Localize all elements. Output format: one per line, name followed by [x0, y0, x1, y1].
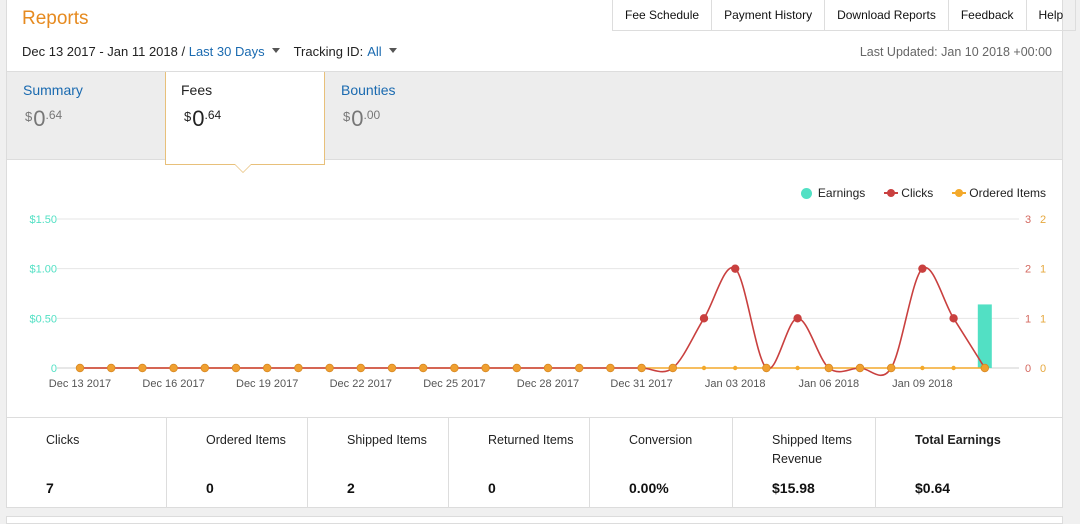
ordered-point	[795, 365, 800, 371]
stat-clicks-label: Clicks	[46, 433, 80, 447]
clicks-point	[637, 363, 646, 373]
clicks-point	[512, 363, 521, 373]
right-axis-clicks-tick: 3	[1025, 214, 1031, 226]
clicks-point	[138, 363, 147, 373]
right-axis-ordered-tick: 0	[1040, 363, 1046, 375]
x-axis-tick: Jan 06 2018	[799, 378, 860, 390]
x-axis-tick: Dec 19 2017	[236, 378, 298, 390]
stat-shipped-value: 2	[347, 480, 355, 496]
stat-conversion-label: Conversion	[629, 433, 693, 447]
stat-total-value: $0.64	[915, 480, 951, 496]
report-panel: Reports Fee Schedule Payment History Dow…	[6, 0, 1077, 508]
right-axis-ordered-tick: 2	[1040, 214, 1046, 226]
clicks-point	[887, 363, 896, 373]
ordered-point	[733, 365, 738, 371]
clicks-line	[80, 266, 986, 377]
x-axis-tick: Dec 31 2017	[610, 378, 672, 390]
left-axis-tick: $0.50	[29, 313, 57, 325]
stat-revenue-label: Shipped Items Revenue	[772, 433, 852, 466]
clicks-point	[450, 363, 459, 373]
stat-clicks: Clicks 7	[7, 418, 167, 508]
clicks-point	[419, 363, 428, 373]
clicks-point	[949, 314, 958, 323]
clicks-point	[200, 363, 209, 373]
clicks-point	[325, 363, 334, 373]
clicks-point	[731, 264, 740, 273]
x-axis-tick: Dec 28 2017	[517, 378, 579, 390]
ordered-point	[951, 365, 956, 371]
clicks-point	[918, 264, 927, 273]
clicks-point	[543, 363, 553, 373]
stat-returned-value: 0	[488, 480, 496, 496]
left-axis-tick: $1.00	[29, 264, 57, 276]
x-axis-tick: Dec 22 2017	[330, 378, 392, 390]
stat-total-earnings: Total Earnings $0.64	[876, 418, 1062, 508]
clicks-point	[231, 363, 241, 373]
clicks-point	[606, 363, 615, 373]
x-axis-tick: Dec 25 2017	[423, 378, 485, 390]
stat-ordered-items: Ordered Items 0	[167, 418, 308, 508]
x-axis-tick: Dec 13 2017	[49, 378, 111, 390]
left-axis-tick: $1.50	[29, 214, 57, 226]
clicks-point	[356, 363, 365, 373]
stat-revenue-value: $15.98	[772, 480, 815, 496]
clicks-point	[387, 363, 397, 373]
clicks-point	[294, 363, 303, 373]
clicks-point	[793, 314, 802, 323]
stat-conversion: Conversion 0.00%	[590, 418, 733, 508]
clicks-point	[481, 363, 490, 373]
ordered-point	[701, 365, 707, 371]
x-axis-tick: Jan 03 2018	[705, 378, 766, 390]
right-axis-clicks-tick: 2	[1025, 264, 1031, 276]
clicks-point	[824, 363, 833, 373]
clicks-point	[263, 363, 272, 373]
stat-ordered-value: 0	[206, 480, 214, 496]
ordered-point	[920, 365, 925, 371]
clicks-point	[575, 363, 584, 373]
left-axis-tick: 0	[51, 363, 57, 375]
next-panel-edge	[6, 516, 1063, 524]
stats-row: Clicks 7 Ordered Items 0 Shipped Items 2…	[7, 417, 1062, 508]
earnings-bar	[977, 304, 992, 368]
stat-returned-items: Returned Items 0	[449, 418, 590, 508]
stat-returned-label: Returned Items	[488, 433, 574, 447]
clicks-point	[668, 363, 677, 373]
right-axis-clicks-tick: 0	[1025, 363, 1031, 375]
stat-ordered-label: Ordered Items	[206, 433, 286, 447]
right-axis-clicks-tick: 1	[1025, 313, 1031, 325]
clicks-point	[699, 314, 709, 323]
right-axis-ordered-tick: 1	[1040, 313, 1046, 325]
clicks-point	[855, 363, 865, 373]
stat-total-label: Total Earnings	[915, 433, 1001, 447]
stat-clicks-value: 7	[46, 480, 54, 496]
earnings-chart: 0$0.50$1.00$1.5001230112Dec 13 2017 Dec 1…	[29, 214, 1046, 390]
stat-shipped-revenue: Shipped Items Revenue $15.98	[733, 418, 876, 508]
clicks-point	[169, 363, 178, 373]
clicks-point	[75, 363, 85, 373]
stat-shipped-items: Shipped Items 2	[308, 418, 449, 508]
clicks-point	[106, 363, 116, 373]
right-axis-ordered-tick: 1	[1040, 264, 1046, 276]
clicks-point	[762, 363, 771, 373]
x-axis-tick: Dec 16 2017	[142, 378, 204, 390]
clicks-point	[980, 363, 989, 373]
stat-conversion-value: 0.00%	[629, 480, 669, 496]
x-axis-tick: Jan 09 2018	[892, 378, 953, 390]
stat-shipped-label: Shipped Items	[347, 433, 427, 447]
